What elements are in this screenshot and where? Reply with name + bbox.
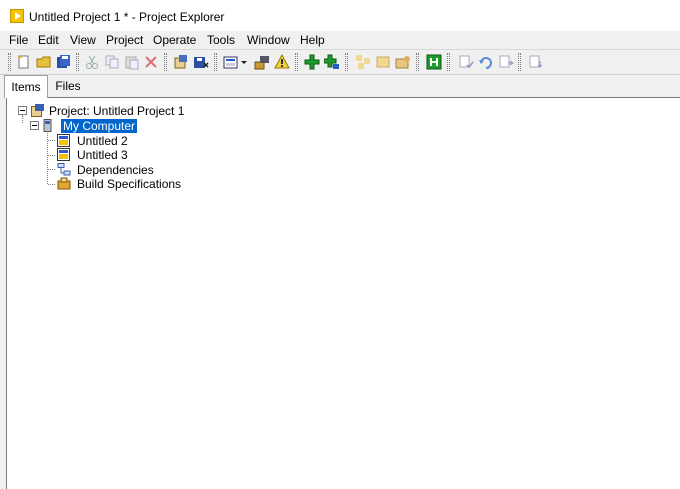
tree-connector xyxy=(47,130,48,184)
vi-icon xyxy=(57,148,71,161)
paste-icon[interactable] xyxy=(124,54,140,70)
get-latest-icon[interactable] xyxy=(528,54,544,70)
tree-item-build-specifications[interactable]: Build Specifications xyxy=(77,177,181,191)
labview-app-icon xyxy=(10,9,24,23)
open-folder-icon[interactable] xyxy=(36,54,52,70)
tree-connector xyxy=(48,169,55,170)
toolbar-separator xyxy=(164,53,167,71)
toolbar-separator xyxy=(295,53,298,71)
tree-connector xyxy=(48,155,55,156)
new-icon[interactable] xyxy=(16,54,32,70)
toolbar-separator xyxy=(214,53,217,71)
toolbar-separator xyxy=(76,53,79,71)
menu-help[interactable]: Help xyxy=(300,33,325,47)
menu-window[interactable]: Window xyxy=(247,33,290,47)
package-icon[interactable] xyxy=(395,54,411,70)
tree-connector xyxy=(48,140,55,141)
add-item-icon[interactable] xyxy=(304,54,320,70)
vi-icon xyxy=(57,134,71,147)
tree-connector xyxy=(22,115,23,123)
copy-icon[interactable] xyxy=(104,54,120,70)
toolbar-separator xyxy=(416,53,419,71)
menu-bar: File Edit View Project Operate Tools Win… xyxy=(0,31,680,49)
add-to-project-icon[interactable] xyxy=(323,54,340,70)
tree-connector xyxy=(48,184,55,185)
dropdown-arrow-icon[interactable] xyxy=(239,54,249,70)
build-spec-icon[interactable] xyxy=(375,54,391,70)
title-bar[interactable]: Untitled Project 1 * - Project Explorer xyxy=(0,0,680,31)
build-specifications-icon xyxy=(57,177,71,190)
tree-item-project[interactable]: Project: Untitled Project 1 xyxy=(49,104,184,118)
project-settings-icon[interactable] xyxy=(173,54,189,70)
undo-checkout-icon[interactable] xyxy=(478,54,494,70)
new-vi-icon[interactable] xyxy=(223,54,239,70)
tree-item-untitled-2[interactable]: Untitled 2 xyxy=(77,134,128,148)
delete-icon[interactable] xyxy=(143,54,159,70)
project-tree[interactable]: Project: Untitled Project 1 My Computer … xyxy=(6,97,680,489)
menu-operate[interactable]: Operate xyxy=(153,33,196,47)
toolbar xyxy=(0,49,680,75)
menu-project[interactable]: Project xyxy=(106,33,143,47)
toolbar-separator xyxy=(447,53,450,71)
tab-items[interactable]: Items xyxy=(4,75,48,98)
tree-item-my-computer[interactable]: My Computer xyxy=(61,119,138,133)
cut-icon[interactable] xyxy=(84,54,100,70)
window-title: Untitled Project 1 * - Project Explorer xyxy=(29,10,225,24)
build-icon[interactable] xyxy=(355,54,371,70)
computer-icon xyxy=(43,119,57,132)
collapse-project-icon[interactable] xyxy=(18,106,27,115)
dependencies-icon xyxy=(57,163,71,176)
save-project-icon[interactable] xyxy=(193,54,209,70)
toolbar-separator xyxy=(345,53,348,71)
tab-files[interactable]: Files xyxy=(48,75,88,97)
tree-item-dependencies[interactable]: Dependencies xyxy=(77,163,154,177)
toolbar-separator xyxy=(518,53,521,71)
filter-view-icon[interactable] xyxy=(426,54,442,70)
menu-view[interactable]: View xyxy=(70,33,96,47)
check-in-icon[interactable] xyxy=(498,54,514,70)
my-computer-label: My Computer xyxy=(61,119,138,133)
menu-edit[interactable]: Edit xyxy=(38,33,59,47)
explorer-tabs: Items Files xyxy=(0,75,680,98)
check-out-icon[interactable] xyxy=(458,54,474,70)
warning-icon[interactable] xyxy=(274,53,290,70)
deploy-icon[interactable] xyxy=(254,54,270,70)
menu-file[interactable]: File xyxy=(9,33,28,47)
collapse-my-computer-icon[interactable] xyxy=(30,121,39,130)
tree-item-untitled-3[interactable]: Untitled 3 xyxy=(77,148,128,162)
project-icon xyxy=(31,104,45,117)
toolbar-grip[interactable] xyxy=(8,53,11,71)
menu-tools[interactable]: Tools xyxy=(207,33,235,47)
save-all-icon[interactable] xyxy=(55,54,71,70)
